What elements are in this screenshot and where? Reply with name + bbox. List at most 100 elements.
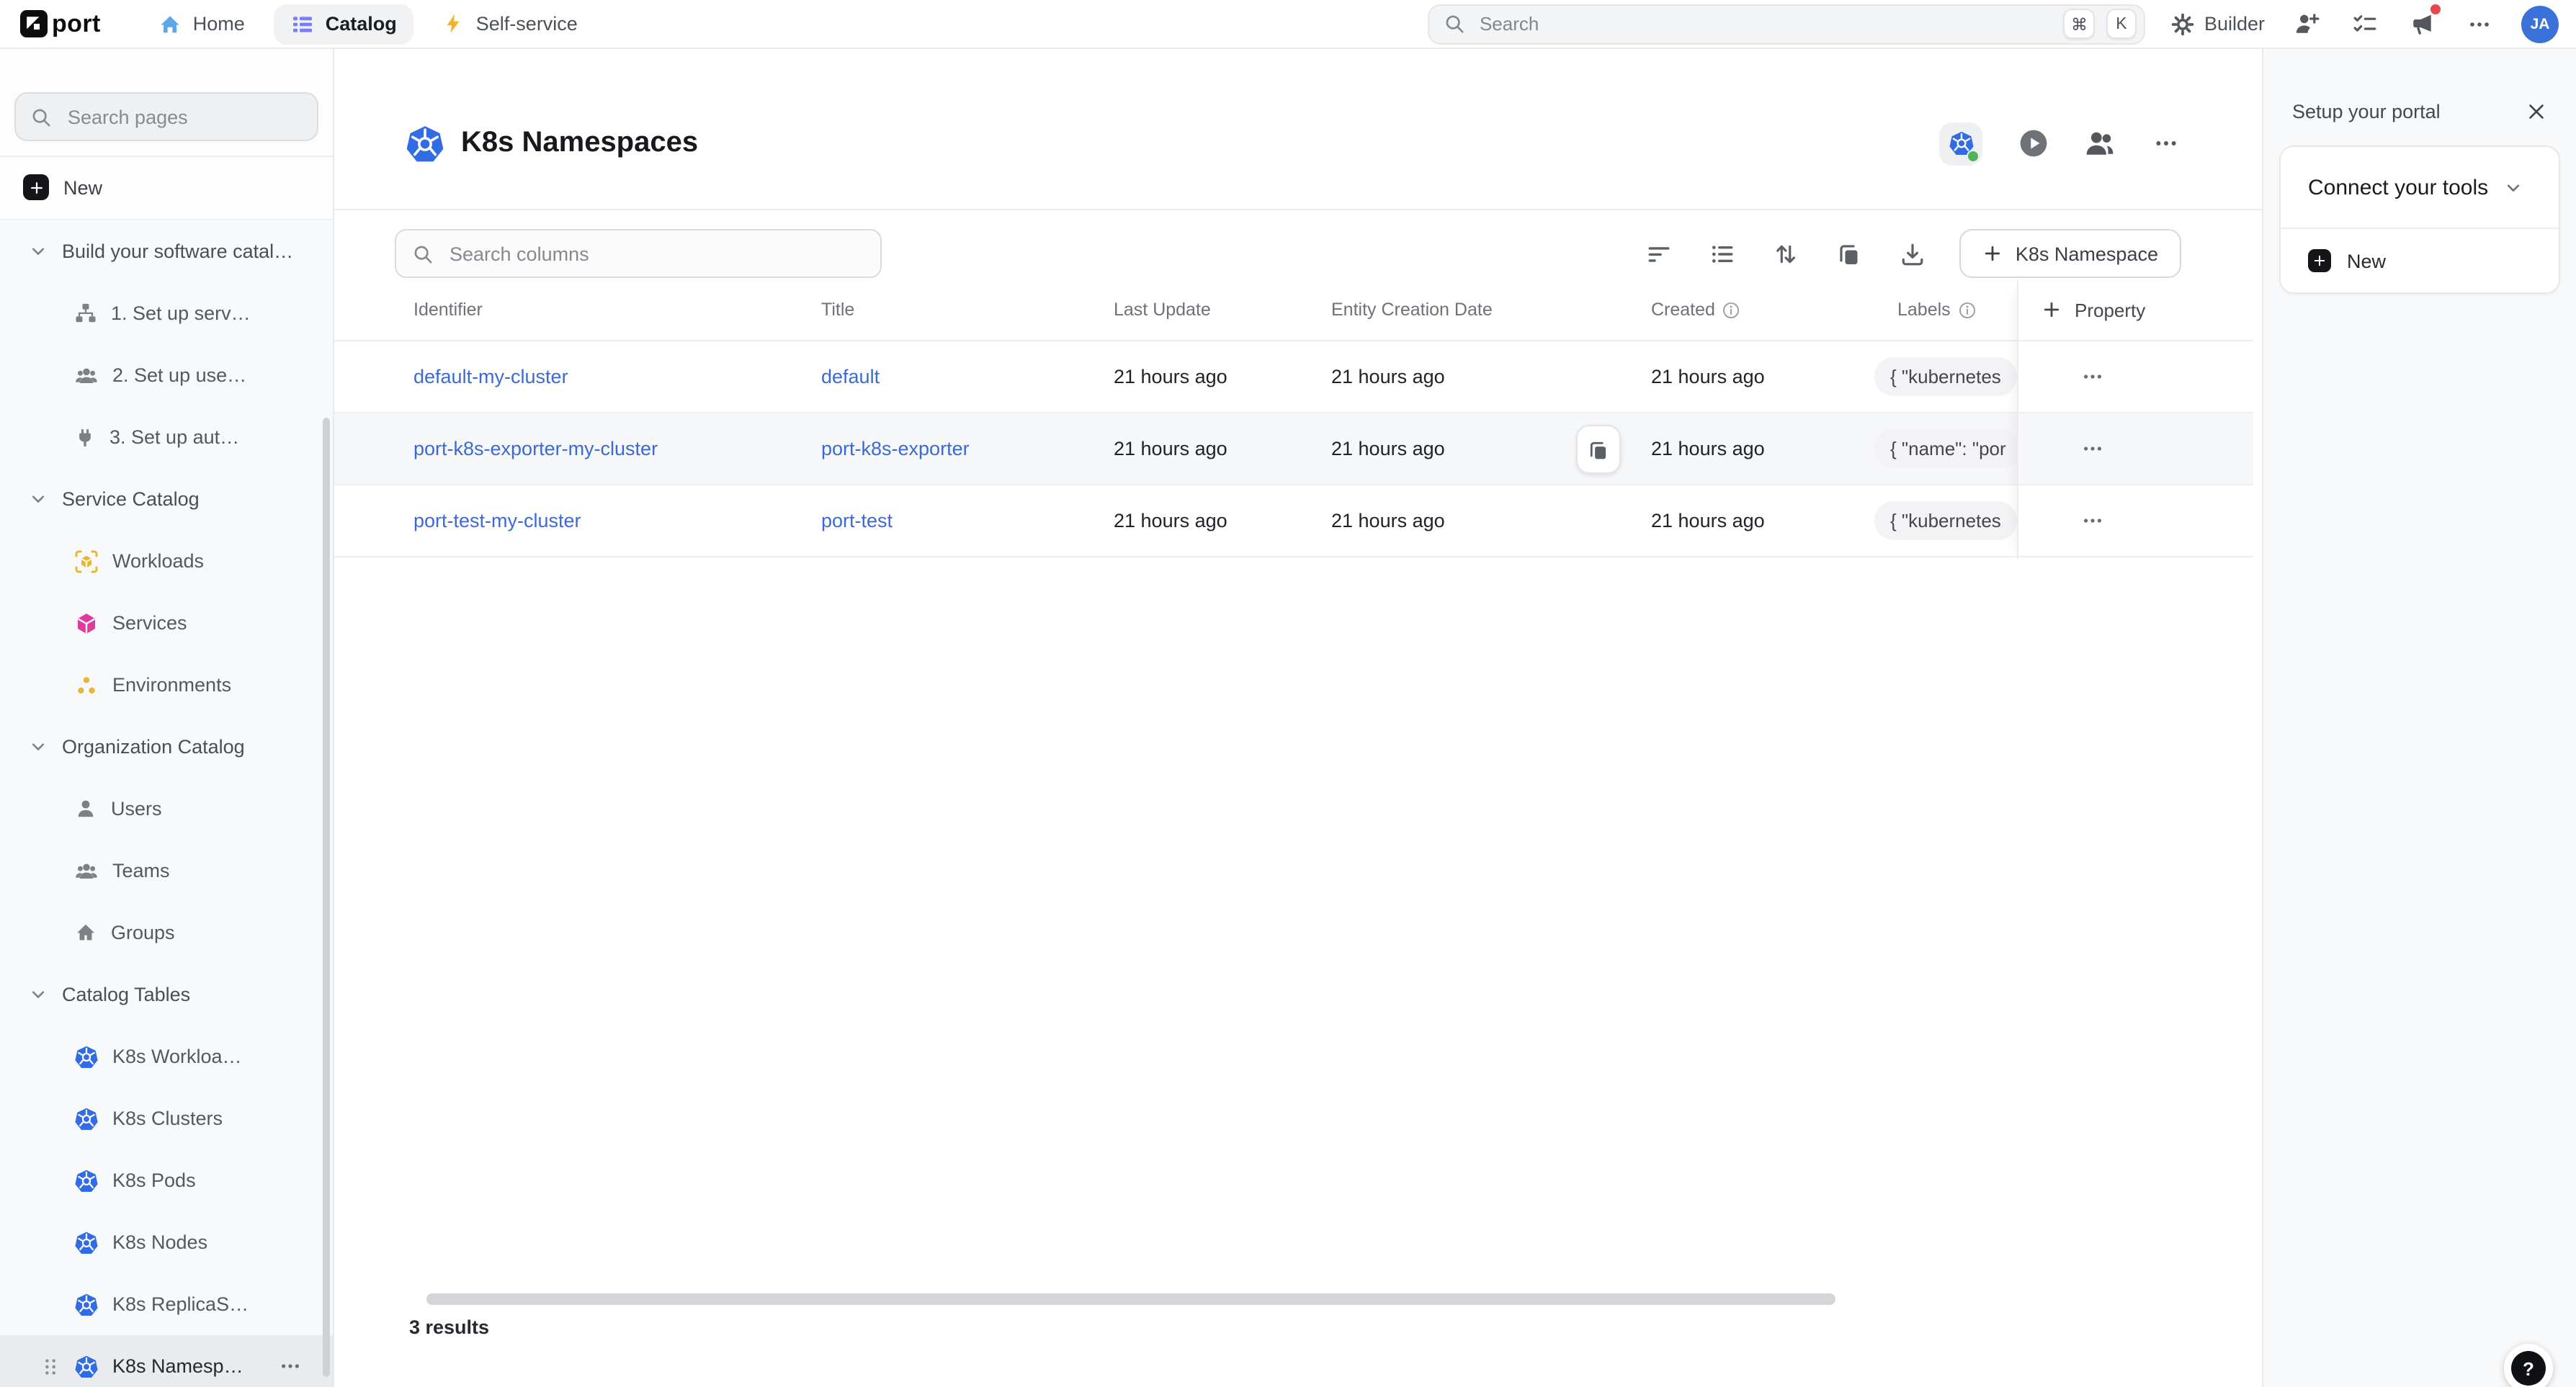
nav-catalog[interactable]: Catalog	[274, 4, 414, 44]
created-cell: 21 hours ago	[1651, 366, 1897, 387]
permissions-button[interactable]	[2083, 127, 2115, 159]
title-link[interactable]: port-test	[821, 510, 893, 531]
sidebar-item-k8s-replicasets[interactable]: K8s ReplicaS…	[0, 1273, 333, 1335]
sidebar-new-button[interactable]: New	[14, 157, 318, 219]
column-search[interactable]	[395, 229, 882, 278]
drag-handle-icon[interactable]	[40, 1355, 62, 1378]
add-entity-label: K8s Namespace	[2016, 243, 2158, 264]
sort-button[interactable]	[1774, 241, 1798, 266]
help-button[interactable]: ?	[2504, 1344, 2553, 1387]
title-link[interactable]: default	[821, 366, 880, 387]
labels-chip[interactable]: { "kubernetes	[1874, 357, 2017, 396]
team-icon	[75, 364, 98, 387]
filter-button[interactable]	[1647, 241, 1671, 266]
global-search-input[interactable]	[1477, 12, 2052, 36]
table-row[interactable]: default-my-cluster default 21 hours ago …	[334, 341, 2253, 413]
info-icon[interactable]	[1722, 300, 1741, 319]
sidebar-item-k8s-pods[interactable]: K8s Pods	[0, 1149, 333, 1211]
sidebar-item-label: Groups	[111, 922, 175, 943]
connect-tools-toggle[interactable]: Connect your tools	[2281, 147, 2559, 229]
identifier-link[interactable]: port-k8s-exporter-my-cluster	[413, 438, 658, 459]
row-actions	[2018, 341, 2253, 413]
row-more-button[interactable]	[2082, 510, 2103, 531]
identifier-link[interactable]: port-test-my-cluster	[413, 510, 581, 531]
sidebar-section-build[interactable]: Build your software catal…	[0, 220, 333, 282]
invite-user-button[interactable]	[2291, 8, 2322, 40]
column-search-input[interactable]	[447, 241, 864, 266]
column-header-title[interactable]: Title	[821, 300, 1114, 320]
nav-catalog-label: Catalog	[326, 13, 397, 35]
last-update-cell: 21 hours ago	[1114, 366, 1331, 387]
sidebar-search[interactable]	[14, 92, 318, 141]
dots-cluster-icon	[75, 673, 98, 696]
builder-button[interactable]: Builder	[2171, 12, 2265, 35]
row-more-button[interactable]	[2082, 438, 2103, 459]
identifier-link[interactable]: default-my-cluster	[413, 366, 568, 387]
sidebar-item-k8s-namespaces[interactable]: K8s Namesp…	[0, 1335, 333, 1387]
page-more-button[interactable]	[2150, 127, 2181, 159]
sidebar-item-k8s-workloads[interactable]: K8s Workloa…	[0, 1025, 333, 1087]
last-update-cell: 21 hours ago	[1114, 438, 1331, 459]
more-options-button[interactable]	[2464, 8, 2495, 40]
sidebar-item-setup-service[interactable]: 1. Set up serv…	[0, 282, 333, 344]
column-header-created[interactable]: Created	[1651, 300, 1897, 320]
nav-self-service[interactable]: Self-service	[426, 4, 595, 43]
entity-creation-date-cell: 21 hours ago	[1331, 510, 1651, 531]
title-link[interactable]: port-k8s-exporter	[821, 438, 970, 459]
table-row[interactable]: port-test-my-cluster port-test 21 hours …	[334, 485, 2253, 557]
sidebar-search-input[interactable]	[65, 104, 303, 129]
sidebar-item-workloads[interactable]: Workloads	[0, 530, 333, 592]
sidebar-section-service-catalog[interactable]: Service Catalog	[0, 468, 333, 530]
sidebar-item-setup-users[interactable]: 2. Set up use…	[0, 344, 333, 406]
exporter-status-button[interactable]	[1939, 122, 1982, 165]
sidebar-item-services[interactable]: Services	[0, 592, 333, 654]
plus-icon	[1982, 243, 2003, 264]
export-button[interactable]	[1900, 241, 1925, 266]
table-row[interactable]: port-k8s-exporter-my-cluster port-k8s-ex…	[334, 413, 2253, 485]
close-icon[interactable]	[2526, 101, 2547, 122]
sidebar-item-k8s-nodes[interactable]: K8s Nodes	[0, 1211, 333, 1273]
nav-self-service-label: Self-service	[476, 13, 578, 35]
kubernetes-icon	[75, 1107, 98, 1130]
column-header-entity-creation-date[interactable]: Entity Creation Date	[1331, 300, 1651, 320]
copy-cell-button[interactable]	[1576, 425, 1621, 474]
connect-tools-label: Connect your tools	[2308, 175, 2488, 199]
app-root: port Home Catalog	[0, 0, 2576, 1387]
sidebar-item-users[interactable]: Users	[0, 778, 333, 840]
horizontal-scrollbar[interactable]	[426, 1293, 1835, 1305]
sidebar-section-catalog-tables[interactable]: Catalog Tables	[0, 964, 333, 1025]
column-header-last-update[interactable]: Last Update	[1114, 300, 1331, 320]
cube-scan-icon	[75, 549, 98, 573]
sidebar-item-environments[interactable]: Environments	[0, 654, 333, 716]
sidebar-new-label: New	[63, 176, 102, 198]
add-entity-button[interactable]: K8s Namespace	[1959, 229, 2181, 278]
kubernetes-icon	[75, 1293, 98, 1316]
nav-home[interactable]: Home	[141, 4, 262, 44]
port-logo[interactable]: port	[20, 9, 101, 38]
panel-new-button[interactable]: New	[2281, 229, 2559, 292]
sidebar-item-teams[interactable]: Teams	[0, 840, 333, 902]
play-button[interactable]	[2017, 127, 2049, 159]
item-more-button[interactable]	[279, 1355, 301, 1377]
labels-chip[interactable]: { "name": "por	[1874, 429, 2022, 468]
sidebar-item-k8s-clusters[interactable]: K8s Clusters	[0, 1087, 333, 1149]
add-property-button[interactable]: Property	[2018, 279, 2253, 341]
sidebar-item-groups[interactable]: Groups	[0, 902, 333, 964]
announcements-button[interactable]	[2406, 8, 2438, 40]
kubernetes-icon	[75, 1169, 98, 1192]
sidebar-item-label: 3. Set up aut…	[109, 426, 239, 448]
column-header-identifier[interactable]: Identifier	[395, 300, 821, 320]
connect-tools-card: Connect your tools New	[2279, 145, 2560, 294]
sidebar-item-setup-automations[interactable]: 3. Set up aut…	[0, 406, 333, 468]
group-by-button[interactable]	[1710, 241, 1735, 266]
copy-table-button[interactable]	[1837, 241, 1861, 266]
tasks-button[interactable]	[2348, 8, 2380, 40]
global-search[interactable]: ⌘ K	[1428, 4, 2145, 44]
header-divider	[334, 209, 2262, 210]
labels-chip[interactable]: { "kubernetes	[1874, 501, 2017, 540]
sidebar-scrollbar[interactable]	[323, 418, 330, 1377]
avatar[interactable]: JA	[2521, 5, 2559, 42]
info-icon[interactable]	[1958, 300, 1977, 319]
sidebar-section-organization-catalog[interactable]: Organization Catalog	[0, 716, 333, 778]
row-more-button[interactable]	[2082, 366, 2103, 387]
